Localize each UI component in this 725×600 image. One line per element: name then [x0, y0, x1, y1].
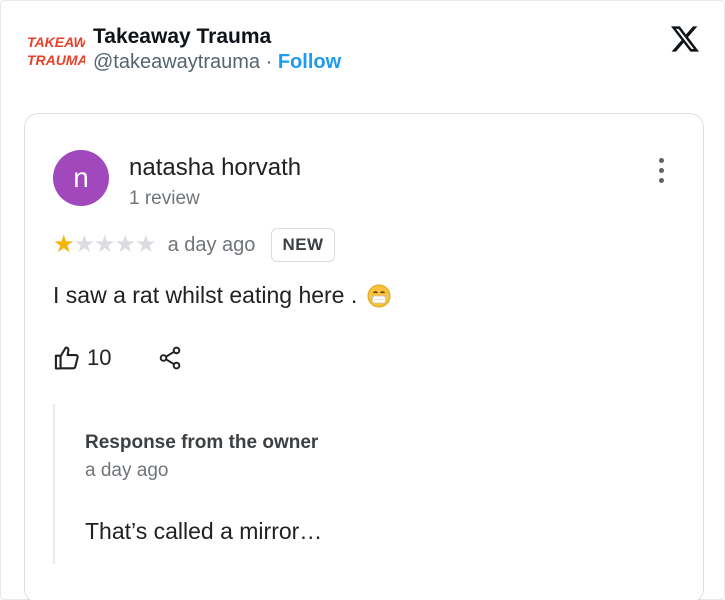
review-time: a day ago [167, 233, 256, 256]
follow-button[interactable]: Follow [278, 51, 341, 73]
owner-response-time: a day ago [85, 460, 169, 481]
review-card: n natasha horvath 1 review ★★★★★ a day a… [24, 113, 704, 600]
grimacing-face-with-mask-icon [367, 284, 391, 307]
more-options-icon[interactable] [651, 158, 671, 188]
review-actions: 10 [53, 340, 183, 376]
logo-line-2: TRAUMA [27, 52, 85, 68]
avatar[interactable]: n [53, 150, 109, 206]
post-header: TAKEAWAY TRAUMA Takeaway Trauma @takeawa… [1, 1, 724, 101]
like-count: 10 [87, 345, 112, 370]
x-logo-icon[interactable] [670, 25, 700, 53]
review-count: 1 review [129, 188, 200, 209]
rating-row: ★★★★★ a day ago NEW [53, 226, 335, 264]
star-icon: ★ [114, 231, 136, 258]
star-rating: ★★★★★ [53, 231, 157, 258]
star-icon: ★ [73, 231, 95, 258]
account-handle[interactable]: @takeawaytrauma [93, 51, 260, 73]
thumbs-up-icon[interactable] [53, 344, 81, 372]
owner-response-title: Response from the owner [85, 432, 319, 453]
tweet-embed: TAKEAWAY TRAUMA Takeaway Trauma @takeawa… [0, 0, 725, 600]
review-text-line: I saw a rat whilst eating here . [53, 282, 391, 309]
separator: · [260, 51, 278, 73]
star-icon: ★ [94, 231, 115, 258]
new-badge: NEW [271, 228, 335, 262]
owner-response: Response from the owner a day ago That’s… [53, 404, 655, 564]
reviewer-name[interactable]: natasha horvath [129, 154, 301, 182]
takeaway-trauma-logo[interactable]: TAKEAWAY TRAUMA [25, 29, 85, 73]
star-icon: ★ [53, 231, 74, 258]
owner-response-text: That’s called a mirror… [85, 518, 323, 544]
logo-line-1: TAKEAWAY [27, 34, 85, 50]
account-name[interactable]: Takeaway Trauma [93, 25, 271, 49]
review-text: I saw a rat whilst eating here . [53, 282, 358, 308]
account-handle-line: @takeawaytrauma · Follow [93, 51, 341, 74]
share-icon[interactable] [157, 345, 183, 371]
star-icon: ★ [135, 231, 156, 258]
